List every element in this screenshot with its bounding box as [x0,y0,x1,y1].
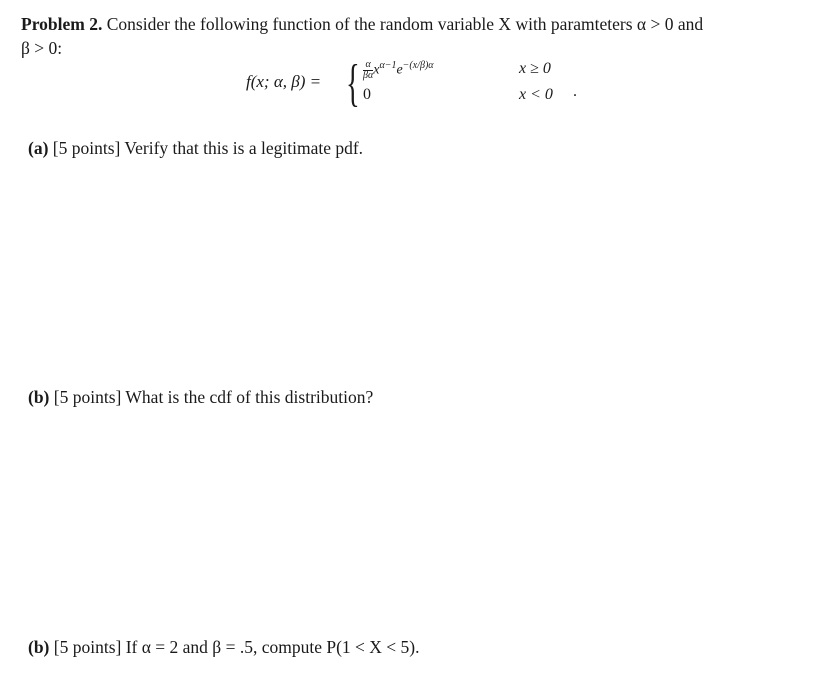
problem-intro-line-1: Problem 2. Consider the following functi… [21,14,703,35]
part-points: [5 points] [53,387,122,407]
part-a: (a) [5 points] Verify that this is a leg… [28,138,363,159]
formula-case-2: 0 [363,86,371,103]
formula-condition-1: x ≥ 0 [519,60,551,77]
formula-fraction: α βα [363,60,374,81]
formula-case-1: α βα xα−1e−(x/β)α [363,60,434,81]
formula-condition-2: x < 0 [519,86,553,103]
fraction-denominator: βα [363,70,374,81]
problem-intro-line-2: β > 0: [21,38,63,58]
part-text: If α = 2 and β = .5, compute P(1 < X < 5… [125,637,420,657]
part-c: (b) [5 points] If α = 2 and β = .5, comp… [28,637,419,658]
part-b: (b) [5 points] What is the cdf of this d… [28,387,373,408]
pdf-formula: f(x; α, β) = { α βα xα−1e−(x/β)α 0 x ≥ 0… [246,58,586,112]
part-text: What is the cdf of this distribution? [125,387,374,407]
formula-lhs: f(x; α, β) = [246,72,322,91]
formula-brace: { [346,55,360,112]
part-label: (b) [28,387,50,407]
formula-exponent-2: −(x/β)α [402,60,434,72]
part-label: (b) [28,637,50,657]
part-points: [5 points] [52,138,121,158]
part-label: (a) [28,138,49,158]
problem-heading: Problem 2. [21,14,103,34]
formula-exponent-1: α−1 [379,60,397,72]
problem-intro-text: Consider the following function of the r… [106,14,704,34]
part-text: Verify that this is a legitimate pdf. [124,138,364,158]
part-points: [5 points] [53,637,122,657]
formula-period: . [573,83,577,100]
